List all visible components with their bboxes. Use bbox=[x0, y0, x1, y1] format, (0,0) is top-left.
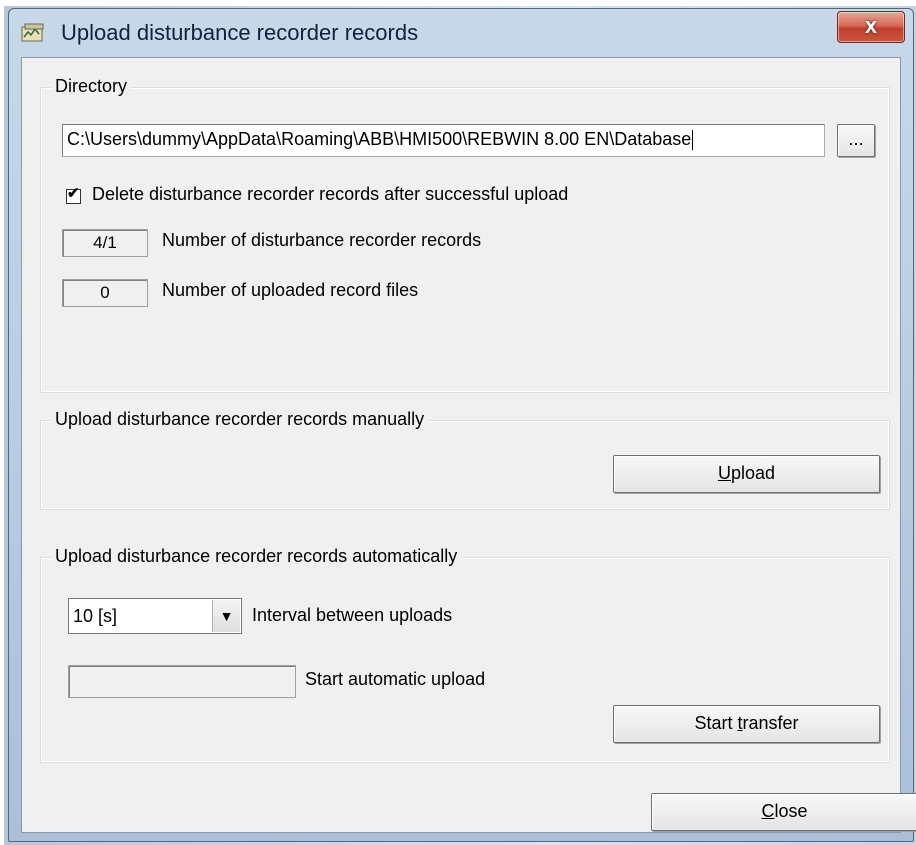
upload-button-mnemonic: U bbox=[717, 463, 731, 483]
recorder-app-icon bbox=[21, 23, 44, 42]
chevron-down-icon[interactable]: ▼ bbox=[212, 600, 240, 632]
upload-button[interactable]: Upload bbox=[613, 455, 880, 493]
automatic-upload-group-label: Upload disturbance recorder records auto… bbox=[51, 546, 462, 567]
directory-path-input[interactable]: C:\Users\dummy\AppData\Roaming\ABB\HMI50… bbox=[62, 124, 825, 157]
directory-group: Directory C:\Users\dummy\AppData\Roaming… bbox=[40, 76, 890, 393]
upload-button-label: pload bbox=[730, 463, 776, 483]
window-title: Upload disturbance recorder records bbox=[61, 20, 419, 45]
delete-after-upload-label: Delete disturbance recorder records afte… bbox=[92, 184, 569, 204]
manual-upload-group-label: Upload disturbance recorder records manu… bbox=[51, 409, 429, 430]
browse-button[interactable]: ... bbox=[837, 124, 875, 157]
browse-button-label: ... bbox=[848, 129, 864, 149]
interval-select-value: 10 [s] bbox=[73, 606, 118, 626]
close-window-button[interactable]: x bbox=[837, 11, 905, 43]
directory-group-label: Directory bbox=[51, 76, 132, 97]
interval-label: Interval between uploads bbox=[252, 605, 453, 625]
dialog-window: Upload disturbance recorder records x Di… bbox=[8, 8, 916, 842]
checkmark-icon: ✔ bbox=[67, 185, 80, 202]
title-bar[interactable]: Upload disturbance recorder records x bbox=[9, 9, 913, 57]
start-automatic-upload-label: Start automatic upload bbox=[305, 669, 486, 689]
uploaded-count-label: Number of uploaded record files bbox=[162, 280, 419, 300]
start-automatic-upload-field bbox=[68, 665, 296, 698]
close-icon: x bbox=[864, 13, 878, 38]
directory-path-value: C:\Users\dummy\AppData\Roaming\ABB\HMI50… bbox=[67, 129, 692, 149]
manual-upload-group: Upload disturbance recorder records manu… bbox=[40, 409, 890, 510]
uploaded-count-field: 0 bbox=[62, 279, 148, 307]
close-button-label: lose bbox=[774, 801, 808, 821]
delete-after-upload-checkbox[interactable]: ✔ bbox=[66, 185, 81, 204]
start-transfer-label-pre: Start bbox=[694, 713, 738, 733]
close-button-mnemonic: C bbox=[761, 801, 775, 821]
records-count-label: Number of disturbance recorder records bbox=[162, 230, 482, 250]
records-count-field: 4/1 bbox=[62, 229, 148, 257]
text-caret bbox=[692, 130, 694, 151]
automatic-upload-group: Upload disturbance recorder records auto… bbox=[40, 546, 890, 763]
dialog-client-area: Directory C:\Users\dummy\AppData\Roaming… bbox=[21, 57, 916, 833]
start-transfer-label-post: ransfer bbox=[742, 713, 799, 733]
start-transfer-button[interactable]: Start transfer bbox=[613, 705, 880, 743]
interval-select[interactable]: 10 [s] ▼ bbox=[68, 598, 242, 634]
close-button[interactable]: Close bbox=[651, 793, 916, 831]
